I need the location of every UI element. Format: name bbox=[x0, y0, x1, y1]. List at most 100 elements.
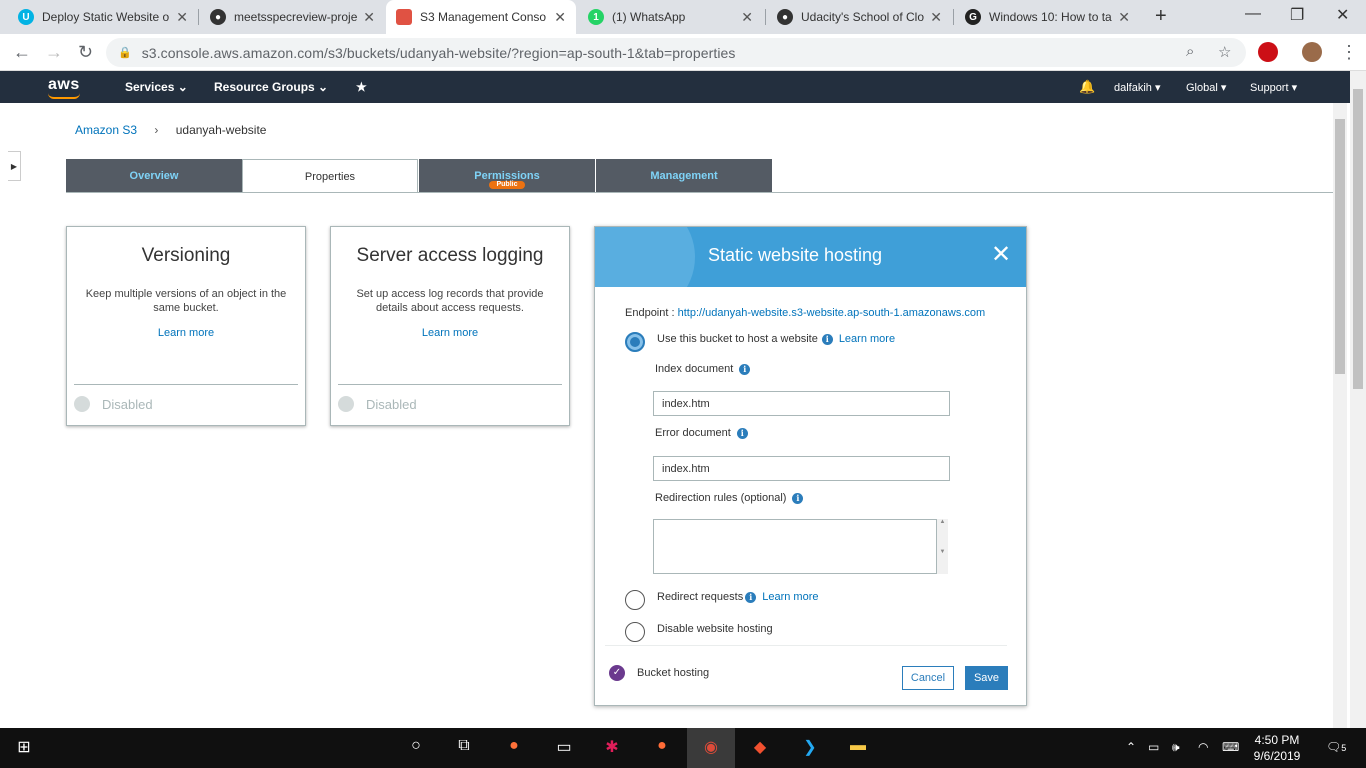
sidebar-toggle-icon[interactable]: ▶ bbox=[8, 151, 21, 181]
disable-hosting-radio[interactable] bbox=[625, 622, 645, 642]
browser-tab[interactable]: 1 (1) WhatsApp ✕ bbox=[578, 0, 763, 34]
postman-icon[interactable]: ● bbox=[650, 737, 674, 759]
redirect-requests-radio[interactable] bbox=[625, 590, 645, 610]
close-tab-icon[interactable]: ✕ bbox=[930, 9, 942, 26]
aws-logo[interactable]: aws bbox=[48, 76, 80, 94]
cancel-button[interactable]: Cancel bbox=[902, 666, 954, 690]
info-icon[interactable]: i bbox=[736, 427, 748, 439]
close-window-icon[interactable]: ✕ bbox=[1336, 5, 1349, 25]
clock[interactable]: 4:50 PM 9/6/2019 bbox=[1249, 732, 1305, 764]
profile-avatar[interactable] bbox=[1302, 42, 1322, 62]
new-tab-icon[interactable]: + bbox=[1155, 5, 1167, 28]
browser-tab[interactable]: ● meetsspecreview-proje ✕ bbox=[200, 0, 385, 34]
card-title: Versioning bbox=[141, 245, 231, 266]
info-icon[interactable]: i bbox=[739, 363, 751, 375]
save-button[interactable]: Save bbox=[965, 666, 1008, 690]
task-view-icon[interactable]: ⧉ bbox=[452, 737, 476, 759]
page-scrollbar[interactable] bbox=[1333, 103, 1347, 728]
region-menu[interactable]: Global ▾ bbox=[1186, 81, 1226, 94]
forward-icon[interactable]: → bbox=[45, 42, 63, 63]
menu-icon[interactable]: ⋮ bbox=[1340, 42, 1358, 63]
learn-more-link[interactable]: Learn more bbox=[67, 327, 305, 339]
browser-tab[interactable]: G Windows 10: How to ta ✕ bbox=[955, 0, 1140, 34]
minimize-icon[interactable]: — bbox=[1245, 5, 1261, 23]
versioning-card[interactable]: Versioning Keep multiple versions of an … bbox=[66, 226, 306, 426]
static-website-hosting-panel: Static website hosting ✕ Endpoint : http… bbox=[594, 226, 1027, 706]
tab-divider bbox=[66, 192, 1333, 193]
battery-icon[interactable]: ▭ bbox=[1148, 740, 1159, 754]
pin-icon[interactable]: ★ bbox=[356, 80, 367, 94]
redirection-rules-label: Redirection rules (optional) i bbox=[655, 492, 804, 504]
close-tab-icon[interactable]: ✕ bbox=[363, 9, 375, 26]
card-divider bbox=[338, 384, 562, 385]
endpoint-url-link[interactable]: http://udanyah-website.s3-website.ap-sou… bbox=[678, 307, 986, 319]
windows-start-icon[interactable]: ⊞ bbox=[12, 737, 36, 759]
omnibox[interactable]: 🔒 s3.console.aws.amazon.com/s3/buckets/u… bbox=[106, 38, 1246, 67]
browser-tab[interactable]: ● Udacity's School of Clo ✕ bbox=[767, 0, 952, 34]
user-menu[interactable]: dalfakih ▾ bbox=[1114, 81, 1161, 94]
close-tab-icon[interactable]: ✕ bbox=[176, 9, 188, 26]
lock-icon: 🔒 bbox=[118, 47, 132, 59]
file-explorer-icon[interactable]: ▬ bbox=[846, 737, 870, 759]
terminal-icon[interactable]: ▭ bbox=[552, 737, 576, 759]
redirection-rules-textarea[interactable] bbox=[653, 519, 937, 574]
tab-overview[interactable]: Overview bbox=[66, 159, 242, 193]
close-tab-icon[interactable]: ✕ bbox=[741, 9, 753, 26]
address-bar: ← → ↻ 🔒 s3.console.aws.amazon.com/s3/buc… bbox=[0, 34, 1366, 71]
learn-more-link[interactable]: Learn more bbox=[762, 591, 818, 603]
tab-management[interactable]: Management bbox=[596, 159, 772, 193]
status-dot-icon bbox=[74, 396, 90, 412]
browser-tab[interactable]: U Deploy Static Website o ✕ bbox=[8, 0, 198, 34]
git-icon[interactable]: ◆ bbox=[748, 737, 772, 759]
zoom-icon[interactable]: ⌕ bbox=[1186, 43, 1194, 60]
slack-icon[interactable]: ✱ bbox=[600, 737, 624, 759]
vscode-icon[interactable]: ❯ bbox=[798, 737, 822, 759]
error-document-label: Error document i bbox=[655, 427, 748, 439]
browser-tab-active[interactable]: S3 Management Conso ✕ bbox=[386, 0, 576, 34]
tab-permissions[interactable]: Permissions Public bbox=[419, 159, 595, 193]
support-menu[interactable]: Support ▾ bbox=[1250, 81, 1297, 94]
firefox-icon[interactable]: ● bbox=[502, 737, 526, 759]
notification-center-icon[interactable]: 🗨5 bbox=[1326, 740, 1346, 754]
resource-groups-menu[interactable]: Resource Groups ⌄ bbox=[214, 80, 328, 94]
back-icon[interactable]: ← bbox=[13, 42, 31, 63]
info-icon[interactable]: i bbox=[792, 492, 804, 504]
host-website-radio[interactable] bbox=[625, 332, 645, 352]
close-tab-icon[interactable]: ✕ bbox=[1118, 9, 1130, 26]
learn-more-link[interactable]: Learn more bbox=[331, 327, 569, 339]
server-access-logging-card[interactable]: Server access logging Set up access log … bbox=[330, 226, 570, 426]
github-icon: ● bbox=[777, 9, 793, 25]
bell-icon[interactable]: 🔔 bbox=[1079, 79, 1095, 95]
status-dot-icon bbox=[338, 396, 354, 412]
chevron-down-icon: ⌄ bbox=[177, 80, 188, 94]
bookmark-star-icon[interactable]: ☆ bbox=[1218, 43, 1231, 61]
panel-header: Static website hosting ✕ bbox=[595, 227, 1026, 287]
error-document-input[interactable] bbox=[653, 456, 950, 481]
breadcrumb: Amazon S3 › udanyah-website bbox=[75, 123, 266, 137]
volume-icon[interactable]: 🕪 bbox=[1172, 740, 1180, 755]
tab-properties[interactable]: Properties bbox=[242, 159, 418, 193]
chevron-up-icon[interactable]: ⌃ bbox=[1126, 740, 1136, 754]
textarea-scrollbar[interactable]: ▲ ▼ bbox=[937, 519, 948, 574]
learn-more-link[interactable]: Learn more bbox=[839, 333, 895, 345]
chrome-icon[interactable]: ◉ bbox=[699, 737, 723, 759]
index-document-label: Index document i bbox=[655, 363, 751, 375]
chevron-right-icon: › bbox=[154, 123, 159, 137]
restore-icon[interactable]: ❐ bbox=[1290, 5, 1304, 25]
info-icon[interactable]: i bbox=[821, 333, 833, 345]
breadcrumb-amazon-s3[interactable]: Amazon S3 bbox=[75, 123, 137, 137]
cortana-icon[interactable]: ○ bbox=[404, 737, 428, 759]
browser-tab-strip: U Deploy Static Website o ✕ ● meetsspecr… bbox=[0, 0, 1366, 34]
info-icon[interactable]: i bbox=[745, 591, 757, 603]
index-document-input[interactable] bbox=[653, 391, 950, 416]
disable-hosting-label: Disable website hosting bbox=[657, 623, 773, 635]
g-icon: G bbox=[965, 9, 981, 25]
reload-icon[interactable]: ↻ bbox=[78, 42, 93, 63]
wifi-icon[interactable]: ◠ bbox=[1198, 740, 1208, 754]
services-menu[interactable]: Services ⌄ bbox=[125, 80, 188, 94]
opera-extension-icon[interactable] bbox=[1258, 42, 1278, 62]
close-tab-icon[interactable]: ✕ bbox=[554, 9, 566, 26]
keyboard-icon[interactable]: ⌨ bbox=[1222, 740, 1239, 754]
close-icon[interactable]: ✕ bbox=[991, 243, 1011, 267]
window-scrollbar[interactable] bbox=[1350, 71, 1366, 728]
